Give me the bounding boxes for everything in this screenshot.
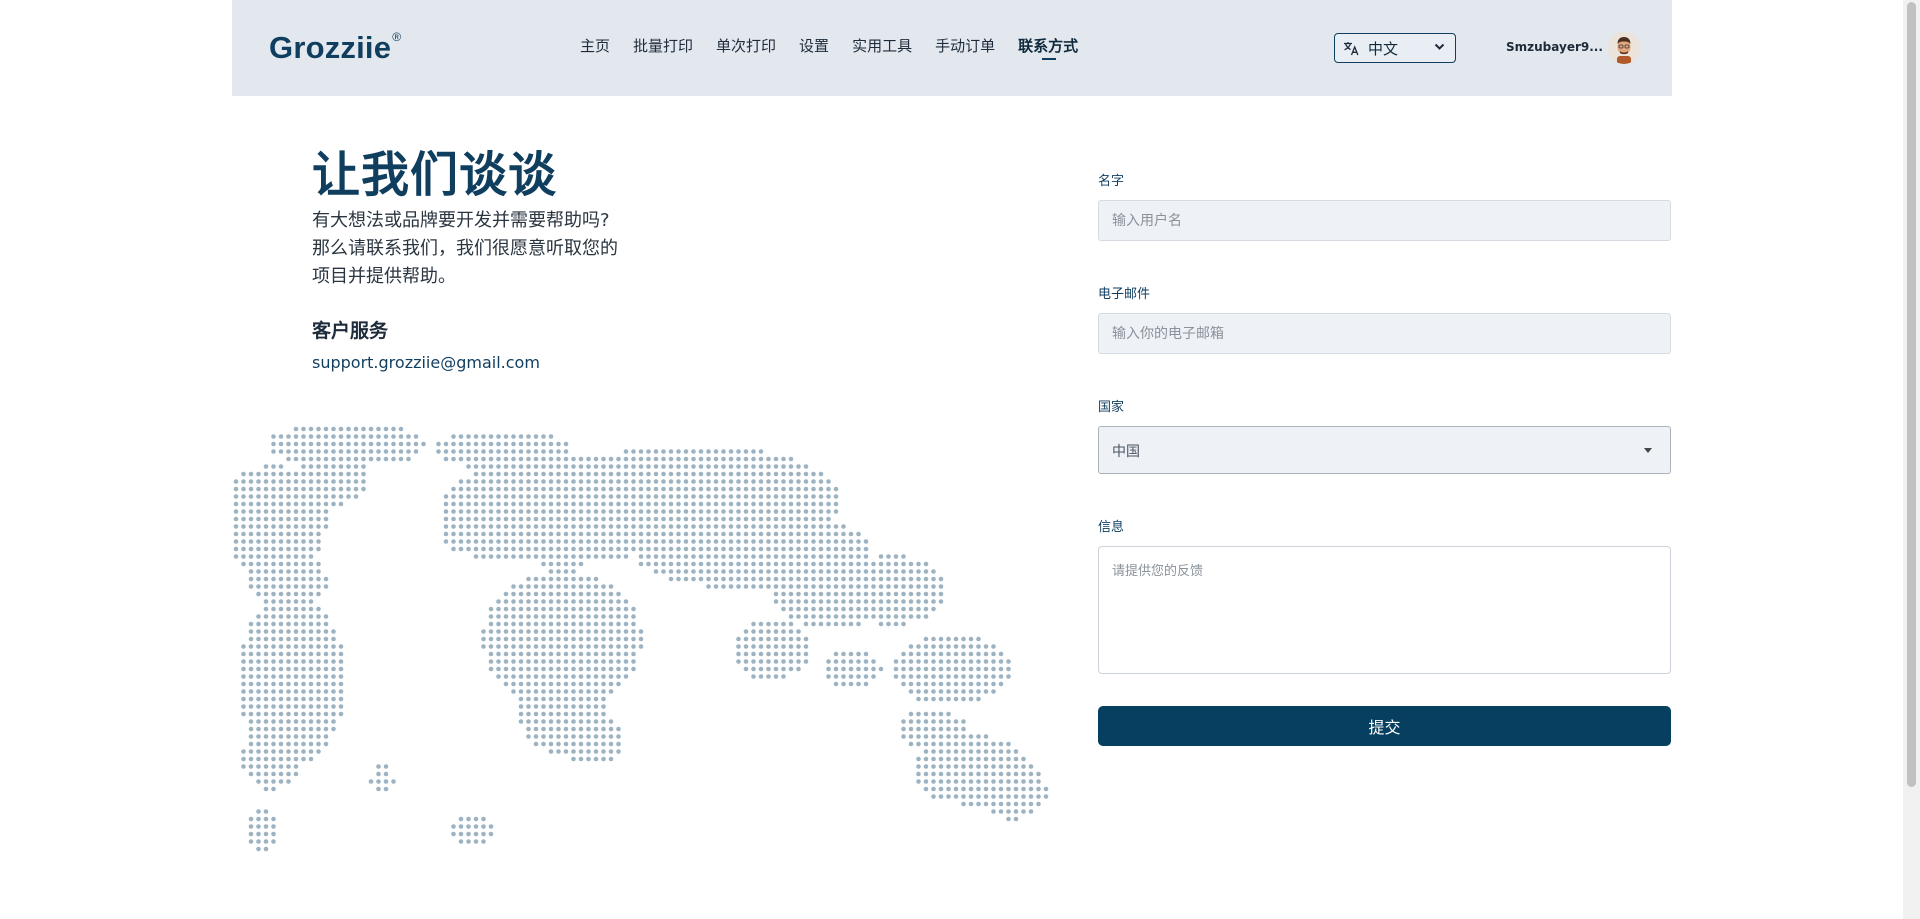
nav-item-settings[interactable]: 设置 bbox=[799, 35, 829, 56]
scrollbar[interactable] bbox=[1903, 0, 1920, 919]
country-label: 国家 bbox=[1098, 400, 1125, 415]
intro-line-1: 有大想法或品牌要开发并需要帮助吗? bbox=[312, 210, 610, 231]
avatar-icon bbox=[1608, 32, 1640, 64]
message-label: 信息 bbox=[1098, 520, 1125, 535]
intro-line-3: 项目并提供帮助。 bbox=[312, 266, 456, 287]
registered-mark: ® bbox=[392, 29, 402, 44]
avatar[interactable] bbox=[1608, 32, 1640, 64]
submit-button[interactable]: 提交 bbox=[1098, 706, 1671, 746]
country-value: 中国 bbox=[1112, 444, 1140, 460]
name-input[interactable] bbox=[1098, 200, 1671, 241]
language-label: 中文 bbox=[1368, 39, 1399, 58]
email-label: 电子邮件 bbox=[1098, 287, 1151, 302]
page-title: 让我们谈谈 bbox=[312, 147, 558, 203]
customer-service-heading: 客户服务 bbox=[312, 320, 389, 342]
chevron-down-icon bbox=[1434, 43, 1445, 50]
nav-item-contact[interactable]: 联系方式 bbox=[1018, 35, 1078, 60]
brand-name: Grozziie bbox=[269, 30, 392, 65]
intro-text: 有大想法或品牌要开发并需要帮助吗? 那么请联系我们，我们很愿意听取您的 项目并提… bbox=[312, 207, 672, 291]
intro-line-2: 那么请联系我们，我们很愿意听取您的 bbox=[312, 238, 618, 259]
user-name[interactable]: Smzubayer9... bbox=[1506, 40, 1603, 54]
brand-logo[interactable]: Grozziie® bbox=[269, 30, 401, 66]
nav-item-home[interactable]: 主页 bbox=[580, 35, 610, 56]
main-nav: 主页 批量打印 单次打印 设置 实用工具 手动订单 联系方式 bbox=[580, 35, 1101, 60]
nav-item-batch-print[interactable]: 批量打印 bbox=[633, 35, 693, 56]
message-textarea[interactable] bbox=[1098, 546, 1671, 674]
caret-down-icon bbox=[1644, 448, 1652, 453]
translate-icon bbox=[1344, 41, 1359, 55]
language-select[interactable]: 中文 bbox=[1334, 33, 1456, 63]
page: Grozziie® 主页 批量打印 单次打印 设置 实用工具 手动订单 联系方式… bbox=[232, 0, 1672, 919]
scrollbar-thumb[interactable] bbox=[1907, 2, 1916, 787]
support-email[interactable]: support.grozziie@gmail.com bbox=[312, 353, 540, 372]
email-field[interactable] bbox=[1098, 313, 1671, 354]
nav-item-single-print[interactable]: 单次打印 bbox=[716, 35, 776, 56]
name-label: 名字 bbox=[1098, 174, 1125, 189]
nav-item-tools[interactable]: 实用工具 bbox=[852, 35, 912, 56]
world-map-illustration bbox=[233, 426, 1049, 852]
nav-item-manual-orders[interactable]: 手动订单 bbox=[935, 35, 995, 56]
country-select[interactable]: 中国 bbox=[1098, 426, 1671, 474]
header: Grozziie® 主页 批量打印 单次打印 设置 实用工具 手动订单 联系方式… bbox=[232, 0, 1672, 96]
